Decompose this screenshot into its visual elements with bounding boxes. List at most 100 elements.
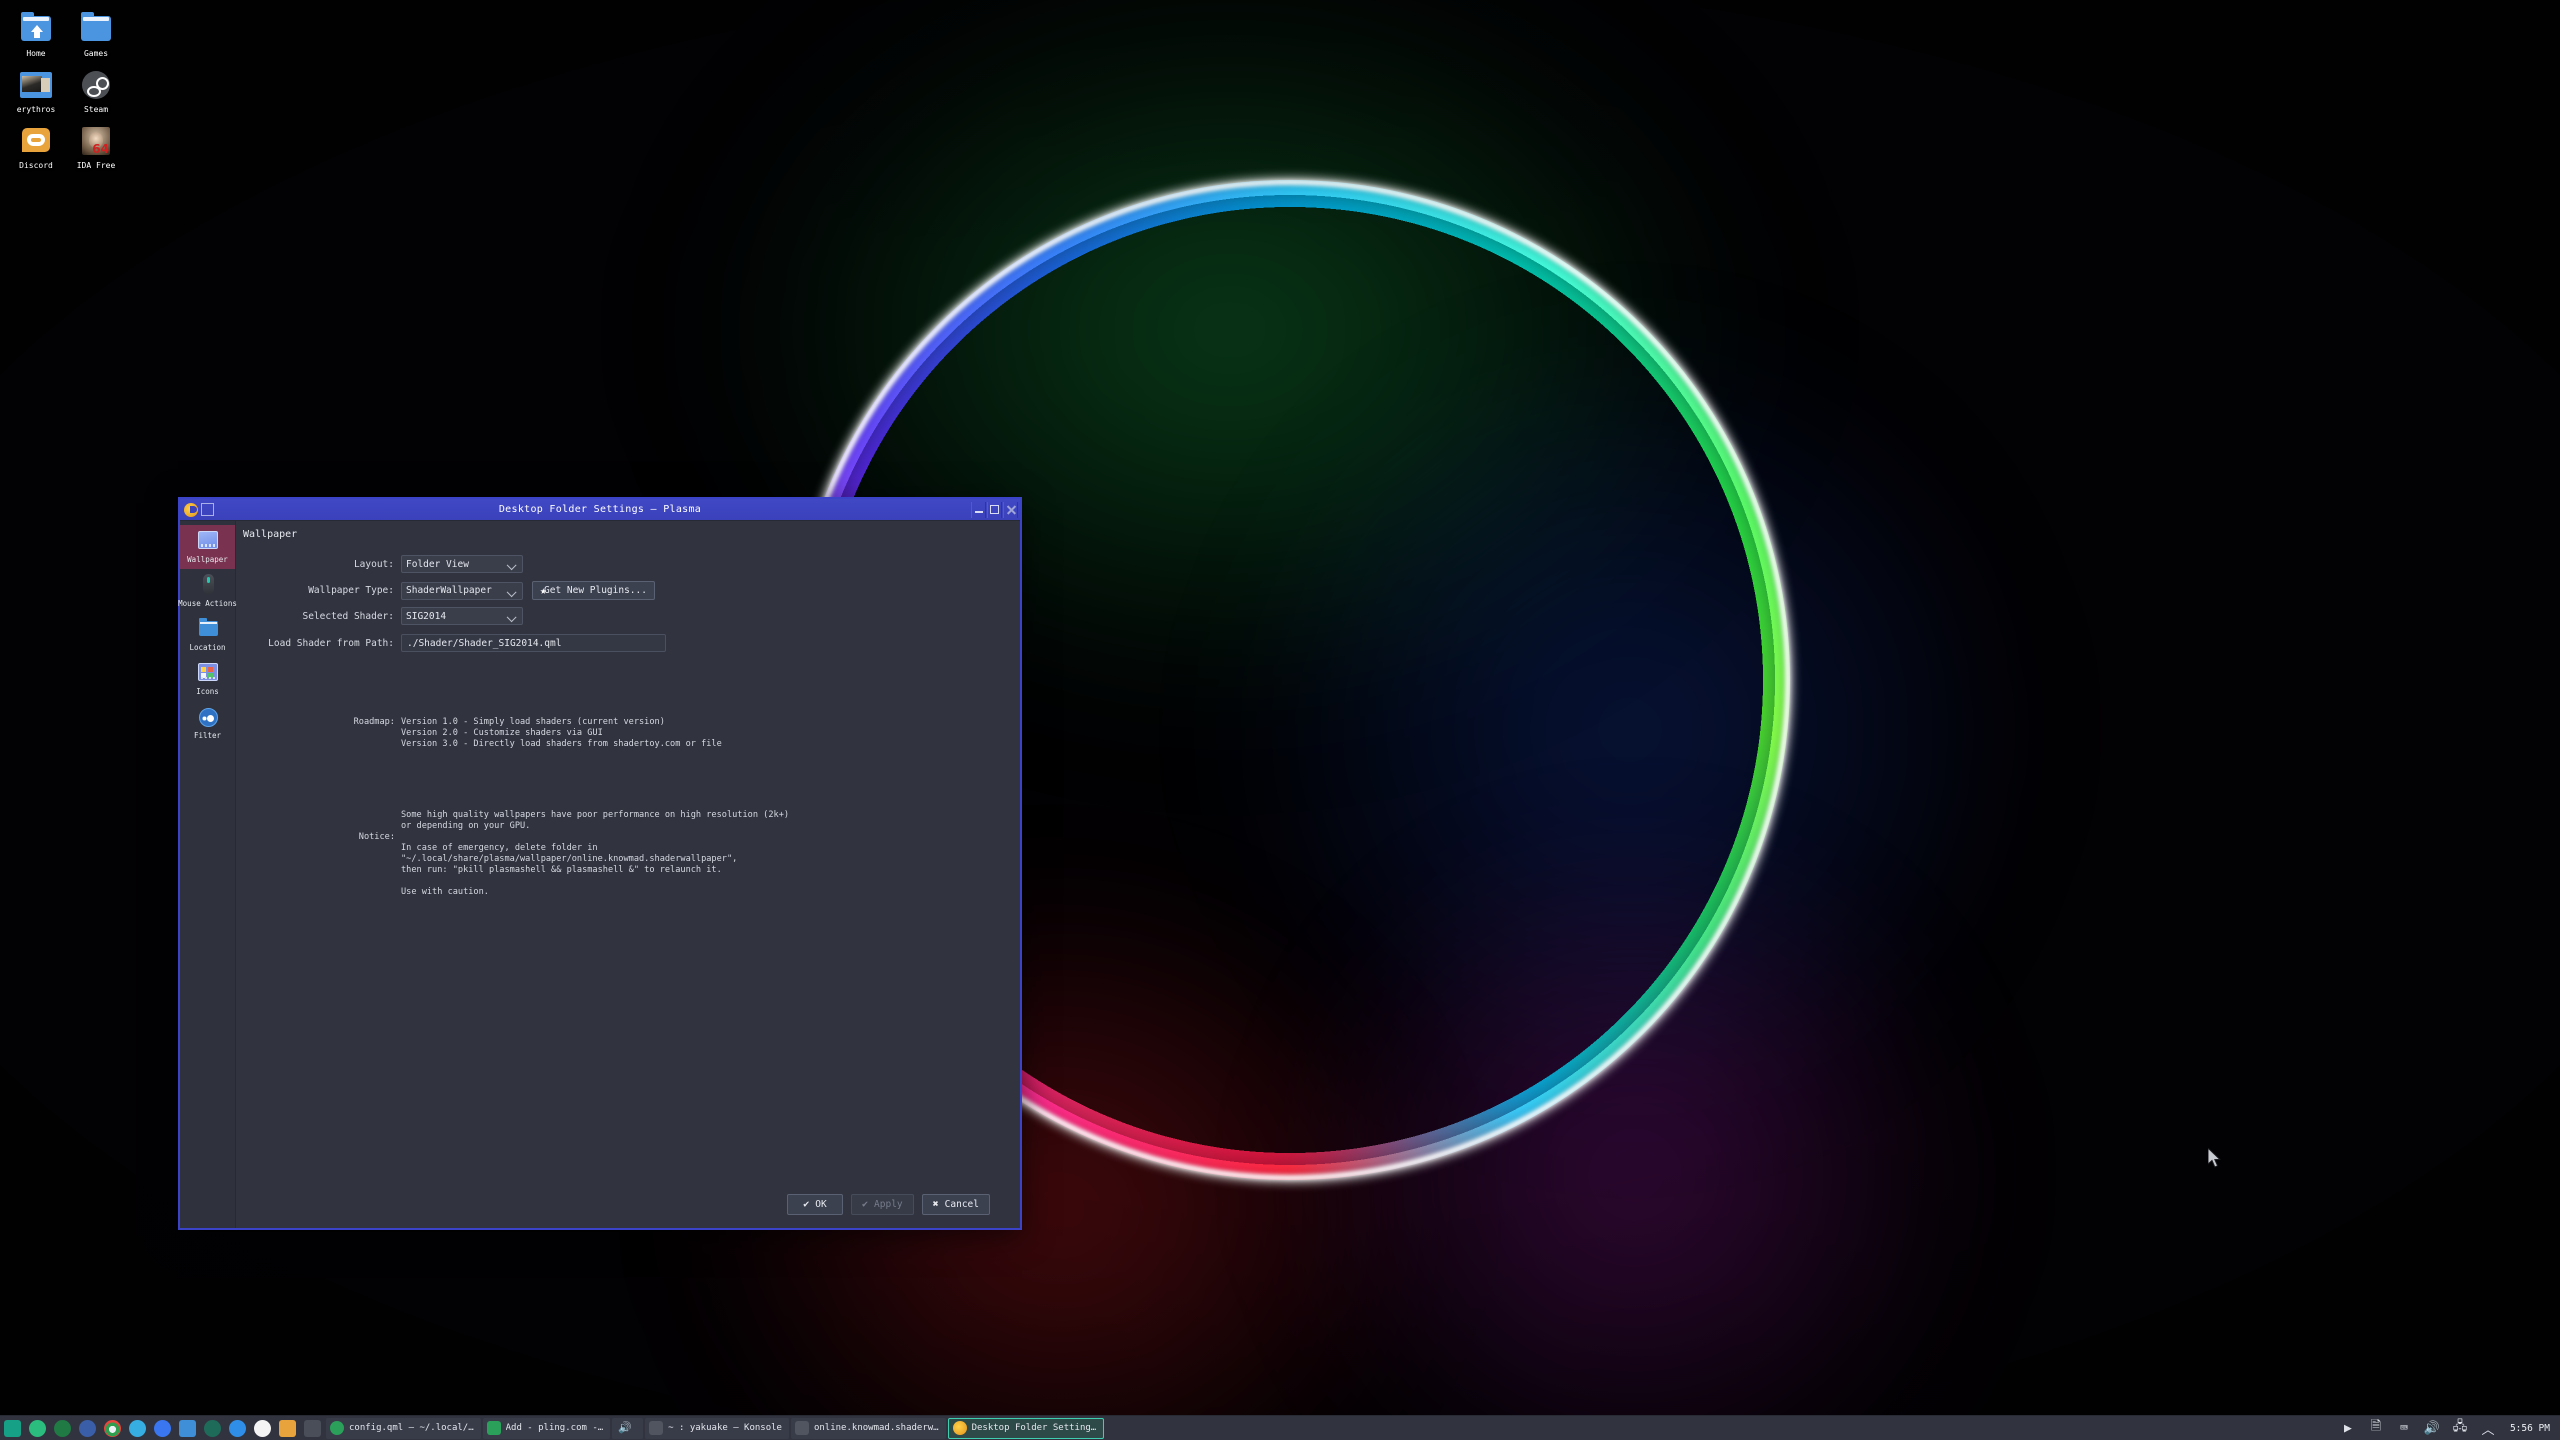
launcher-firefox-dev[interactable]: [75, 1416, 100, 1440]
launcher-manjaro[interactable]: [0, 1416, 25, 1440]
sidebar-item-location[interactable]: Location: [180, 613, 235, 657]
icons-grid-icon: [195, 662, 221, 684]
desktop-icon-label: Home: [26, 49, 46, 58]
taskbar-window-config-qml[interactable]: config.qml — ~/.local/…: [326, 1417, 481, 1439]
konsole-icon: [649, 1421, 664, 1435]
firefox-dev-icon: [79, 1419, 96, 1437]
spotify-icon: [54, 1419, 71, 1437]
desktop[interactable]: Home Games erythros Steam Discord 64 IDA…: [0, 0, 2560, 1440]
show-hidden-icon[interactable]: ︿: [2480, 1420, 2496, 1438]
sidebar-item-wallpaper[interactable]: Wallpaper: [180, 525, 235, 569]
selected-shader-label: Selected Shader:: [302, 610, 394, 622]
cross-icon: ✖: [932, 1198, 939, 1210]
desktop-icon-label: erythros: [16, 105, 56, 114]
notice-label: Notice:: [358, 832, 395, 842]
notice-body: Some high quality wallpapers have poor p…: [401, 810, 789, 898]
roadmap-line: Version 3.0 - Directly load shaders from…: [401, 739, 722, 749]
wallpaper-type-combobox[interactable]: ShaderWallpaper: [401, 581, 523, 600]
launcher-signal[interactable]: [150, 1416, 175, 1440]
minimize-icon[interactable]: [971, 501, 986, 518]
ok-button[interactable]: ✔ OK: [787, 1193, 843, 1215]
row-shader-path: Load Shader from Path: ./Shader/Shader_S…: [236, 634, 876, 652]
dialog-main-panel: Wallpaper Layout: Folder View Wallpaper …: [236, 521, 1020, 1228]
wallpaper-icon: [195, 530, 221, 552]
desktop-icon-discord[interactable]: Discord: [6, 120, 66, 172]
layout-combobox[interactable]: Folder View: [401, 555, 523, 573]
keyboard-icon[interactable]: ⌨: [2396, 1420, 2412, 1436]
telegram-alt-icon: [29, 1419, 46, 1437]
chrome-icon: [104, 1419, 121, 1437]
row-selected-shader: Selected Shader: SIG2014: [236, 607, 656, 625]
desktop-icon-erythros[interactable]: erythros: [6, 64, 66, 116]
desktop-icon-steam[interactable]: Steam: [66, 64, 126, 116]
roadmap-label: Roadmap:: [353, 717, 395, 727]
launcher-spotify[interactable]: [50, 1416, 75, 1440]
system-tray: ▶ 🗎 ⌨ 🔊 🖧 ︿ 5:56 PM: [2340, 1419, 2560, 1438]
launcher-microphone[interactable]: [200, 1416, 225, 1440]
desktop-icon-games[interactable]: Games: [66, 8, 126, 60]
desktop-icon-home[interactable]: Home: [6, 8, 66, 60]
launcher-telegram[interactable]: [125, 1416, 150, 1440]
slack-icon: [254, 1419, 271, 1437]
roadmap-block: Roadmap: Version 1.0 - Simply load shade…: [329, 717, 722, 750]
get-new-plugins-button[interactable]: ★ Get New Plugins...: [532, 581, 655, 600]
taskbar-window-yakuake[interactable]: ~ : yakuake — Konsole: [645, 1417, 789, 1439]
taskbar-window-desktop-folder-settings[interactable]: Desktop Folder Setting…: [947, 1417, 1105, 1439]
titlebar-left-controls: [180, 502, 214, 517]
desktop-folder-settings-dialog[interactable]: Desktop Folder Settings — Plasma Wallpap…: [178, 497, 1022, 1230]
launcher-telegram-alt[interactable]: [25, 1416, 50, 1440]
notice-body-line: "~/.local/share/plasma/wallpaper/online.…: [401, 854, 738, 864]
taskbar-window-pling[interactable]: Add - pling.com -…: [482, 1417, 611, 1439]
clock[interactable]: 5:56 PM: [2508, 1423, 2550, 1434]
launcher-dolphin[interactable]: [175, 1416, 200, 1440]
cancel-button[interactable]: ✖ Cancel: [921, 1193, 990, 1215]
notice-body-line: then run: "pkill plasmashell && plasmash…: [401, 865, 722, 875]
blue-toggle-icon: [229, 1419, 246, 1437]
sidebar-item-label: Mouse Actions: [178, 599, 237, 608]
taskbar-window-shaderwallpaper[interactable]: online.knowmad.shaderw…: [790, 1417, 946, 1439]
apply-label: Apply: [874, 1198, 903, 1210]
taskbar-window-volume[interactable]: 🔊: [612, 1417, 644, 1439]
roadmap-line: Version 2.0 - Customize shaders via GUI: [401, 728, 603, 738]
ida-free-icon: 64: [78, 124, 114, 158]
taskbar-window-title: ~ : yakuake — Konsole: [668, 1423, 782, 1433]
clipboard-icon[interactable]: 🗎: [2368, 1419, 2384, 1436]
desktop-icon-label: Games: [83, 49, 109, 58]
folder-home-icon: [18, 12, 54, 46]
window-menu-icon[interactable]: [201, 503, 214, 516]
launcher-blue-toggle[interactable]: [225, 1416, 250, 1440]
kwrite-icon: [486, 1421, 501, 1435]
desktop-icon-ida-free[interactable]: 64 IDA Free: [66, 120, 126, 172]
signal-icon: [154, 1419, 171, 1437]
dialog-titlebar[interactable]: Desktop Folder Settings — Plasma: [180, 499, 1020, 521]
discord-icon: [18, 124, 54, 158]
desktop-icon-label: IDA Free: [76, 161, 116, 170]
taskbar-window-title: online.knowmad.shaderw…: [813, 1423, 939, 1433]
close-icon[interactable]: [1003, 501, 1018, 518]
desktop-icon-grid: Home Games erythros Steam Discord 64 IDA…: [6, 8, 146, 172]
dialog-sidebar: Wallpaper Mouse Actions Location Icons F…: [178, 521, 237, 1228]
shader-path-input[interactable]: ./Shader/Shader_SIG2014.qml: [401, 634, 666, 652]
launcher-volume-mute[interactable]: [300, 1416, 325, 1440]
media-play-icon[interactable]: ▶: [2340, 1420, 2356, 1436]
sidebar-item-mouse-actions[interactable]: Mouse Actions: [178, 569, 237, 613]
row-wallpaper-type: Wallpaper Type: ShaderWallpaper ★ Get Ne…: [236, 581, 776, 600]
sidebar-item-filter[interactable]: Filter: [180, 701, 235, 745]
cancel-label: Cancel: [944, 1198, 979, 1210]
check-icon: ✔: [862, 1198, 869, 1210]
dolphin-icon: [179, 1419, 196, 1437]
maximize-icon[interactable]: [987, 501, 1002, 518]
sidebar-item-icons[interactable]: Icons: [180, 657, 235, 701]
roadmap-line: Version 1.0 - Simply load shaders (curre…: [401, 717, 665, 727]
launcher-discord[interactable]: [275, 1416, 300, 1440]
notice-intro-line: Some high quality wallpapers have poor p…: [401, 810, 790, 820]
get-new-plugins-label: Get New Plugins...: [544, 585, 647, 596]
volume-icon[interactable]: 🔊: [2424, 1420, 2440, 1436]
titlebar-window-buttons: [970, 501, 1020, 518]
launcher-chrome[interactable]: [100, 1416, 125, 1440]
selected-shader-combobox[interactable]: SIG2014: [401, 607, 523, 625]
taskbar[interactable]: config.qml — ~/.local/… Add - pling.com …: [0, 1415, 2560, 1440]
plasma-icon: [952, 1421, 967, 1435]
network-icon[interactable]: 🖧: [2452, 1419, 2468, 1436]
launcher-slack[interactable]: [250, 1416, 275, 1440]
